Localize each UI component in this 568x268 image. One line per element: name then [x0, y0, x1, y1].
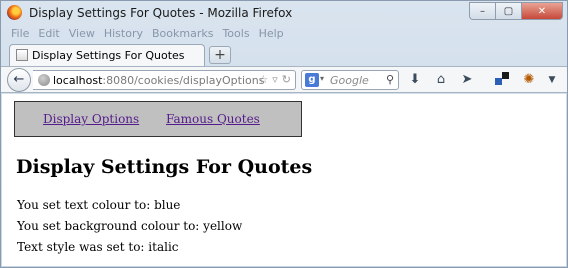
back-button[interactable]: ←	[7, 68, 31, 92]
minimize-button[interactable]: –	[469, 2, 495, 20]
search-input[interactable]: Google	[330, 74, 369, 87]
famous-quotes-link[interactable]: Famous Quotes	[166, 112, 260, 126]
browser-window: Display Settings For Quotes - Mozilla Fi…	[0, 0, 568, 268]
globe-icon	[38, 74, 50, 86]
search-engine-dropdown-icon[interactable]: ▾	[320, 74, 324, 83]
text-style-line: Text style was set to: italic	[17, 240, 179, 254]
firefox-logo-icon	[7, 5, 22, 20]
display-options-link[interactable]: Display Options	[43, 112, 139, 126]
background-colour-line: You set background colour to: yellow	[17, 219, 243, 233]
menu-history[interactable]: History	[104, 27, 143, 41]
bookmark-star-icon[interactable]: ☆	[258, 73, 268, 86]
menu-dropdown-icon[interactable]: ▼	[544, 72, 560, 88]
menu-bookmarks[interactable]: Bookmarks	[152, 27, 213, 41]
reload-icon[interactable]: ↻	[282, 73, 291, 86]
menu-file[interactable]: File	[11, 27, 29, 41]
page-heading: Display Settings For Quotes	[16, 156, 313, 178]
addon-icon[interactable]: ✺	[521, 72, 537, 88]
menu-bar: File Edit View History Bookmarks Tools H…	[11, 27, 284, 41]
new-tab-button[interactable]: +	[209, 46, 231, 64]
text-colour-line: You set text colour to: blue	[17, 198, 181, 212]
navigation-toolbar: ← localhost:8080/cookies/displayOptions …	[1, 66, 567, 93]
tab-label: Display Settings For Quotes	[32, 49, 185, 62]
tab-display-settings[interactable]: Display Settings For Quotes	[9, 44, 205, 66]
menu-edit[interactable]: Edit	[38, 27, 59, 41]
url-text: localhost:8080/cookies/displayOptions	[53, 74, 264, 87]
window-title: Display Settings For Quotes - Mozilla Fi…	[29, 6, 293, 20]
download-icon[interactable]: ⬇	[407, 72, 423, 88]
title-bar: Display Settings For Quotes - Mozilla Fi…	[1, 1, 567, 25]
url-path: :8080/cookies/displayOptions	[102, 74, 265, 87]
page-favicon-icon	[16, 49, 28, 61]
send-icon[interactable]: ➤	[459, 72, 475, 88]
search-bar[interactable]: g ▾ Google ⚲	[301, 70, 399, 90]
close-button[interactable]: ✕	[521, 2, 563, 20]
dropdown-arrow-icon[interactable]: ▿	[272, 73, 278, 86]
url-icons: ☆ ▿ ↻	[258, 73, 291, 86]
home-icon[interactable]: ⌂	[433, 72, 449, 88]
maximize-button[interactable]: ▢	[495, 2, 521, 20]
address-bar[interactable]: localhost:8080/cookies/displayOptions ☆ …	[33, 70, 296, 90]
window-controls: – ▢ ✕	[469, 2, 563, 20]
extension-icon[interactable]	[494, 72, 510, 88]
tab-bar: Display Settings For Quotes +	[1, 42, 567, 66]
menu-view[interactable]: View	[69, 27, 95, 41]
menu-help[interactable]: Help	[259, 27, 284, 41]
page-nav-box: Display Options Famous Quotes	[14, 101, 302, 137]
url-host: localhost	[53, 74, 103, 87]
search-icon[interactable]: ⚲	[386, 73, 394, 86]
google-icon[interactable]: g	[305, 73, 319, 87]
page-content: Display Options Famous Quotes Display Se…	[2, 94, 566, 266]
menu-tools[interactable]: Tools	[222, 27, 249, 41]
